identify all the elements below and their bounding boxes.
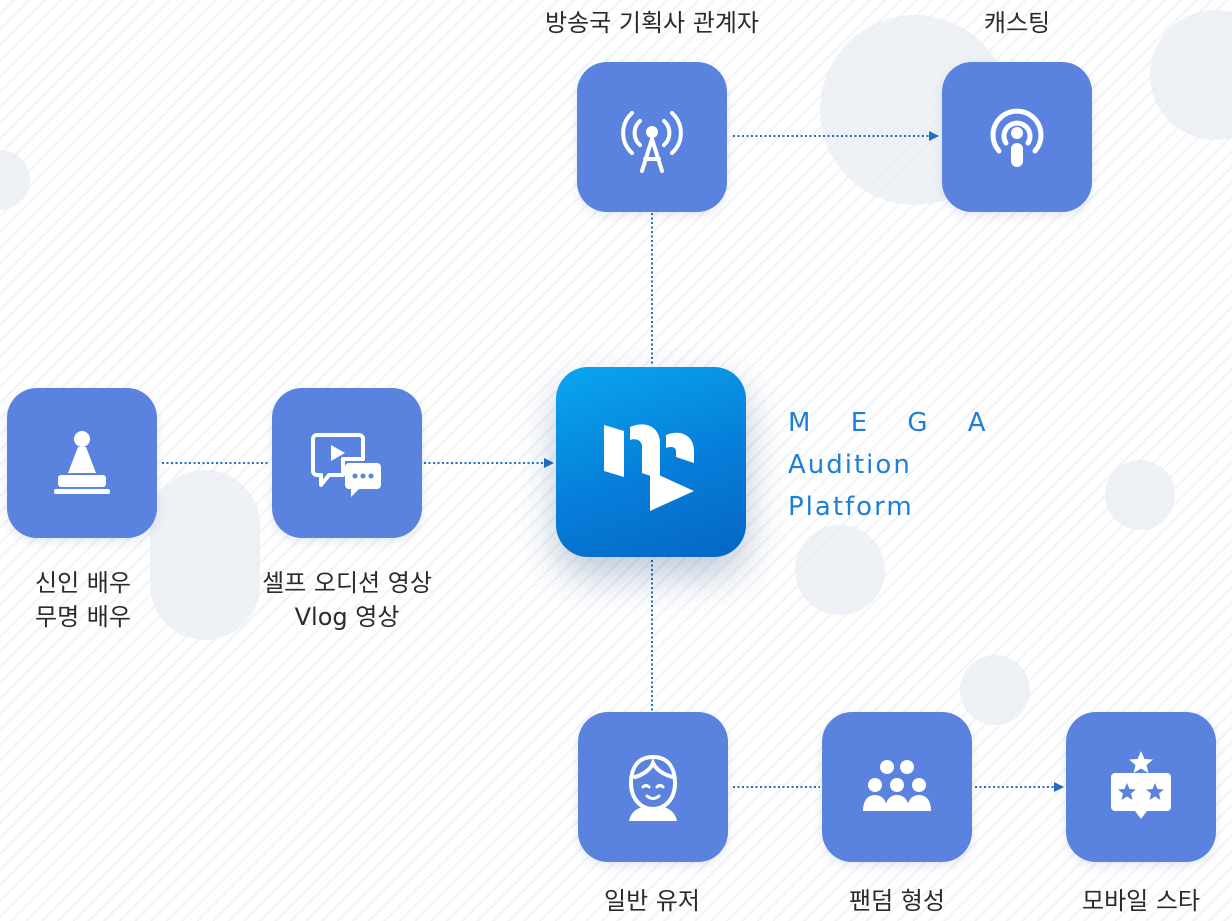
user-node	[578, 712, 728, 862]
user-label-text: 일반 유저	[604, 887, 700, 915]
video-node	[272, 388, 422, 538]
fandom-label: 팬덤 형성	[849, 884, 945, 918]
actor-node	[7, 388, 157, 538]
actor-label: 신인 배우 무명 배우	[35, 566, 131, 634]
star-node	[1066, 712, 1216, 862]
mega-logo-icon	[604, 424, 694, 511]
actor-label-line2: 무명 배우	[35, 603, 131, 631]
fandom-node	[822, 712, 972, 862]
broadcaster-node	[577, 62, 727, 212]
star-label-text: 모바일 스타	[1081, 887, 1201, 915]
group-icon	[863, 760, 931, 811]
user-label: 일반 유저	[604, 884, 700, 918]
podcast-icon	[990, 108, 1044, 167]
star-label: 모바일 스타	[1082, 884, 1200, 918]
video-label: 셀프 오디션 영상 Vlog 영상	[262, 566, 432, 634]
video-label-line2: Vlog 영상	[294, 603, 400, 631]
brand-line1: M E G A	[788, 408, 1002, 438]
brand-line3: Platform	[788, 492, 914, 522]
broadcaster-label: 방송국 기획사 관계자	[545, 6, 759, 40]
star-badge-icon	[1111, 751, 1171, 819]
casting-node	[942, 62, 1092, 212]
broadcast-tower-icon	[621, 111, 683, 173]
stamp-icon	[54, 431, 110, 494]
mega-hub-logo	[556, 367, 746, 557]
video-label-line1: 셀프 오디션 영상	[262, 569, 432, 597]
broadcaster-label-text: 방송국 기획사 관계자	[545, 9, 759, 37]
user-face-icon	[628, 754, 678, 821]
brand-line2: Audition	[788, 450, 912, 480]
casting-label: 캐스팅	[984, 6, 1050, 40]
casting-label-text: 캐스팅	[983, 9, 1051, 37]
video-chat-icon	[311, 433, 381, 497]
actor-label-line1: 신인 배우	[35, 569, 131, 597]
fandom-label-text: 팬덤 형성	[849, 887, 945, 915]
brand-text: M E G A Audition Platform	[788, 402, 1002, 528]
